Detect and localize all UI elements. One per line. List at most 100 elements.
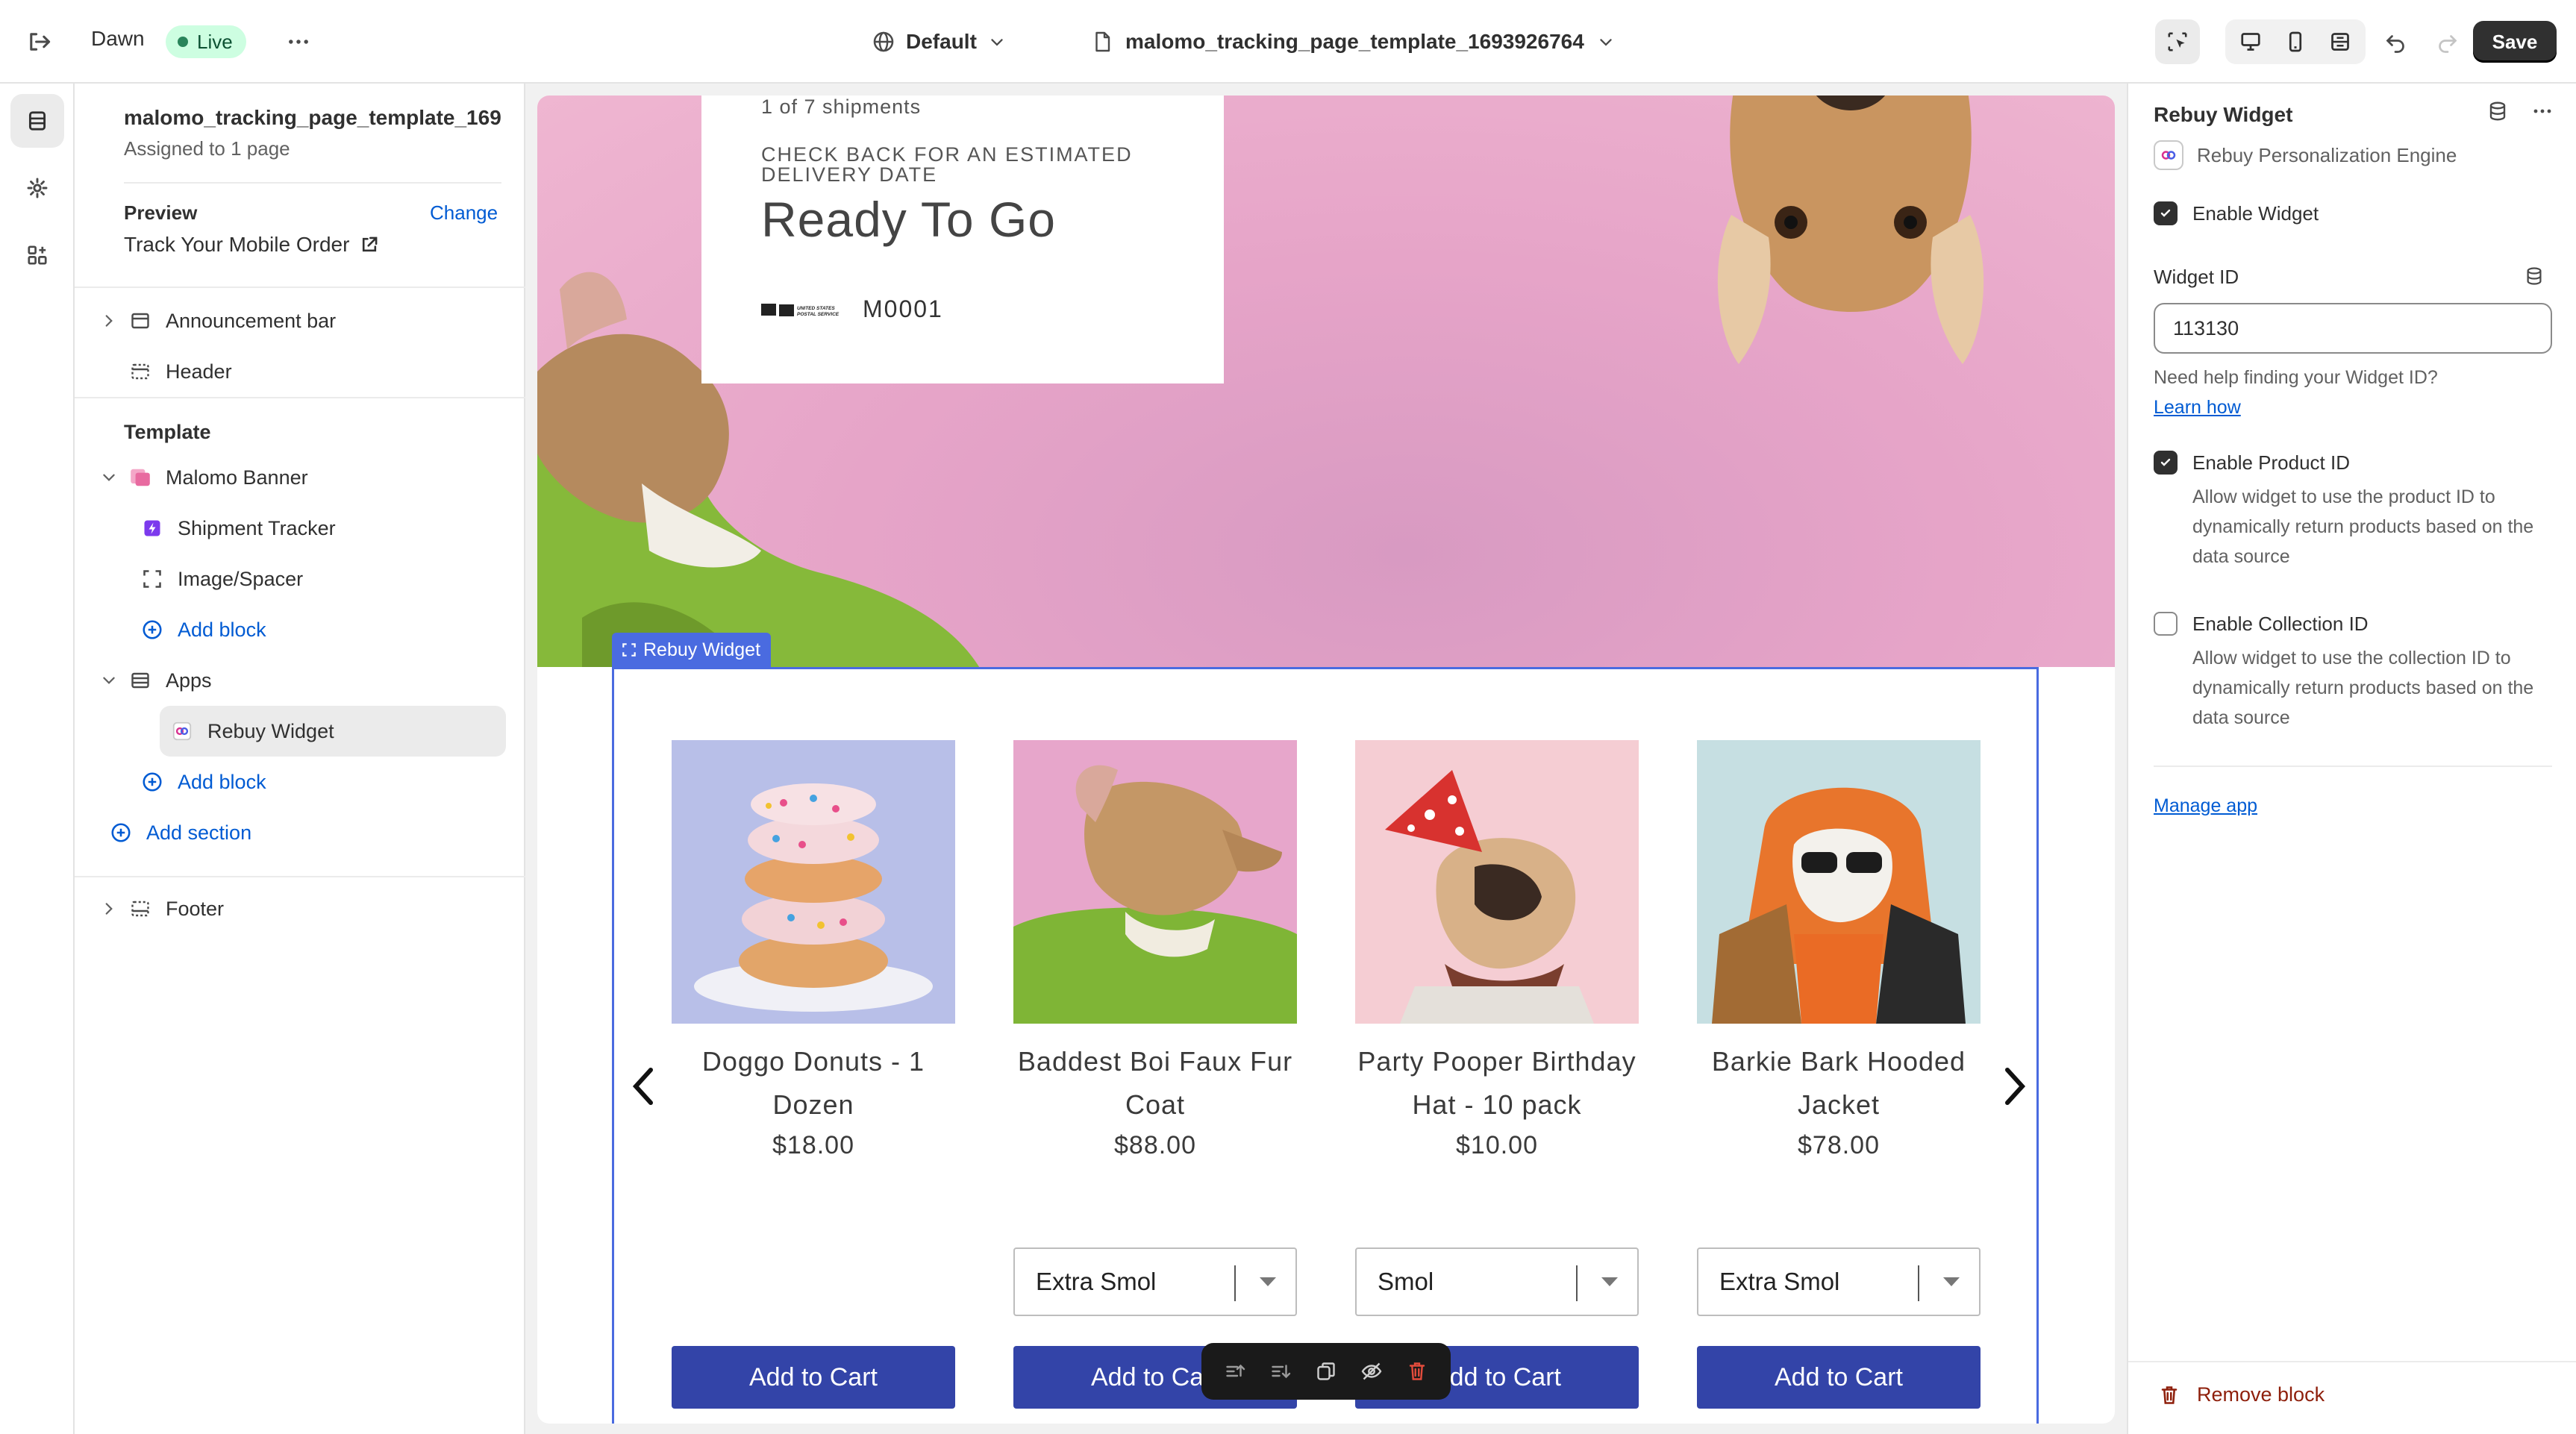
variant-select-value: Extra Smol [1719,1268,1840,1295]
shipment-status: Ready To Go [761,192,1057,247]
learn-how-link[interactable]: Learn how [2154,397,2241,418]
variant-select[interactable]: Extra Smol [1697,1247,1981,1316]
template-selector[interactable]: malomo_tracking_page_template_1693926764 [1091,22,1616,61]
select-separator [1918,1265,1919,1301]
product-name[interactable]: Baddest Boi Faux Fur Coat [1013,1040,1297,1127]
section-footer[interactable]: Footer [94,883,506,934]
dynamic-source-icon[interactable] [2524,266,2545,287]
caret-down-icon [1943,1277,1960,1286]
section-malomo-banner[interactable]: Malomo Banner [94,452,506,503]
enable-product-id-label: Enable Product ID [2192,451,2351,474]
change-preview-link[interactable]: Change [430,201,498,225]
chevron-down-icon[interactable] [94,469,124,486]
divider [75,397,525,398]
product-card[interactable]: Doggo Donuts - 1 Dozen $18.00 [672,740,955,1160]
move-down-icon[interactable] [1269,1360,1292,1383]
sections-nav-button[interactable] [10,94,64,148]
add-circle-icon [136,771,169,793]
fullwidth-view-button[interactable] [2318,19,2363,64]
block-shipment-tracker[interactable]: Shipment Tracker [136,503,506,554]
add-to-cart-button[interactable]: Add to Cart [672,1346,955,1409]
enable-product-id-option[interactable]: Enable Product ID [2154,449,2350,476]
add-block-button[interactable]: Add block [136,604,506,655]
product-image[interactable] [1013,740,1297,1024]
chevron-right-icon[interactable] [94,901,124,917]
product-image[interactable] [672,740,955,1024]
apps-nav-button[interactable] [10,228,64,282]
enable-product-id-help: Allow widget to use the product ID to dy… [2192,486,2534,567]
section-apps[interactable]: Apps [94,655,506,706]
block-label: Rebuy Widget [207,719,334,742]
section-icon [124,360,157,383]
left-rail [0,84,75,1434]
variant-select[interactable]: Extra Smol [1013,1247,1297,1316]
section-announcement-bar[interactable]: Announcement bar [94,295,506,346]
more-actions-icon[interactable] [2531,100,2554,122]
app-source: Rebuy Personalization Engine [2154,140,2457,170]
product-card[interactable]: Party Pooper Birthday Hat - 10 pack $10.… [1355,740,1639,1160]
preview-page[interactable]: Track Your Mobile Order [124,233,379,257]
preview-page-label: Track Your Mobile Order [124,233,350,256]
product-image[interactable] [1697,740,1981,1024]
product-name[interactable]: Barkie Bark Hooded Jacket [1697,1040,1981,1127]
image-frame-icon [136,568,169,590]
add-to-cart-button[interactable]: Add to Cart [1697,1346,1981,1409]
mobile-view-button[interactable] [2273,19,2318,64]
shipment-tracker-card[interactable]: 1 of 7 shipments CHECK BACK FOR AN ESTIM… [701,96,1224,383]
block-image-spacer[interactable]: Image/Spacer [136,554,506,604]
settings-header-actions [2486,100,2554,122]
desktop-view-button[interactable] [2228,19,2273,64]
malomo-banner[interactable]: 1 of 7 shipments CHECK BACK FOR AN ESTIM… [537,96,2115,667]
product-name[interactable]: Doggo Donuts - 1 Dozen [672,1040,955,1127]
chevron-down-icon[interactable] [94,672,124,689]
caret-down-icon [1601,1277,1618,1286]
section-header[interactable]: Header [94,346,506,397]
view-selector[interactable]: Default [872,22,1007,61]
product-price: $18.00 [772,1131,854,1159]
redo-icon [2436,31,2459,53]
variant-select[interactable]: Smol [1355,1247,1639,1316]
redo-button[interactable] [2425,19,2470,64]
block-rebuy-widget[interactable]: Rebuy Widget [160,706,506,757]
enable-product-id-checkbox[interactable] [2154,451,2178,475]
selected-block-tag[interactable]: Rebuy Widget [612,633,772,667]
section-icon [124,669,157,692]
product-card[interactable]: Barkie Bark Hooded Jacket $78.00 [1697,740,1981,1160]
enable-collection-id-label: Enable Collection ID [2192,613,2369,635]
hide-icon[interactable] [1360,1360,1383,1383]
move-up-icon[interactable] [1224,1360,1246,1383]
add-section-button[interactable]: Add section [104,807,506,858]
duplicate-icon[interactable] [1315,1360,1337,1383]
enable-widget-option[interactable]: Enable Widget [2154,200,2319,227]
enable-widget-checkbox[interactable] [2154,201,2178,225]
add-block-button[interactable]: Add block [136,757,506,807]
live-badge: Live [166,25,246,58]
remove-block-button[interactable]: Remove block [2158,1383,2325,1406]
enable-collection-id-option[interactable]: Enable Collection ID [2154,610,2369,637]
inspector-button[interactable] [2155,19,2200,64]
manage-app-link[interactable]: Manage app [2154,795,2257,816]
template-assignment: Assigned to 1 page [124,137,290,160]
add-block-label: Add block [178,618,266,641]
divider [124,182,501,184]
save-button[interactable]: Save [2473,21,2557,63]
enable-collection-id-checkbox[interactable] [2154,612,2178,636]
exit-icon[interactable] [19,22,58,61]
product-image[interactable] [1355,740,1639,1024]
apps-icon [25,243,49,267]
shipment-count: 1 of 7 shipments [761,96,922,118]
theme-name[interactable]: Dawn [91,27,145,51]
widget-id-input[interactable] [2154,303,2552,354]
section-label: Header [166,360,232,383]
delete-icon[interactable] [1406,1360,1428,1383]
carousel-prev-button[interactable] [628,1064,658,1109]
carousel-next-button[interactable] [2000,1064,2030,1109]
undo-button[interactable] [2373,19,2418,64]
dynamic-source-icon[interactable] [2486,100,2509,122]
product-name[interactable]: Party Pooper Birthday Hat - 10 pack [1355,1040,1639,1127]
theme-settings-nav-button[interactable] [10,161,64,215]
add-circle-icon [104,821,137,844]
product-card[interactable]: Baddest Boi Faux Fur Coat $88.00 [1013,740,1297,1160]
more-actions-icon[interactable] [279,22,318,61]
chevron-right-icon[interactable] [94,313,124,329]
